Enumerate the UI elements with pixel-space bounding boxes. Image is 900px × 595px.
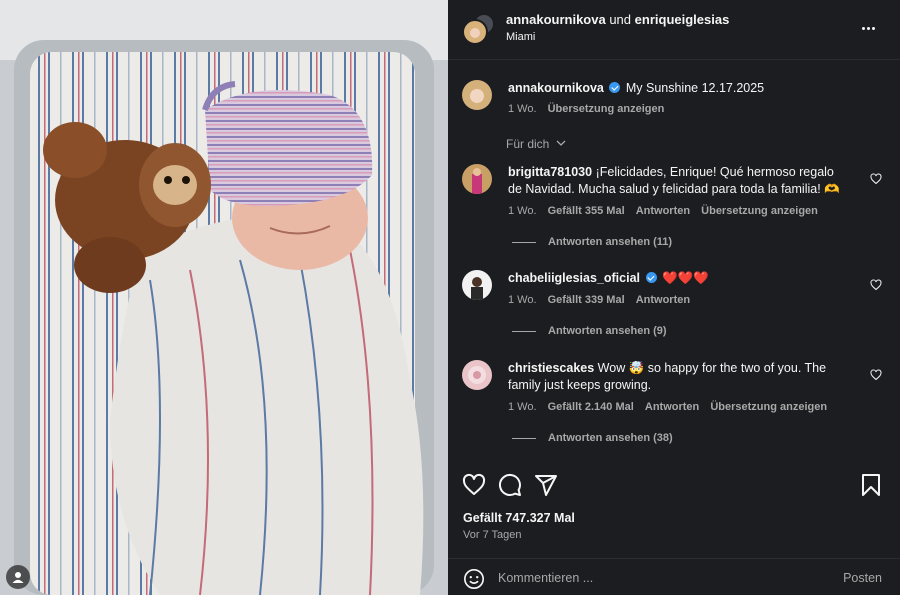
post-date: Vor 7 Tagen bbox=[463, 529, 522, 541]
view-replies-button[interactable]: Antworten ansehen (11) bbox=[512, 236, 672, 248]
reply-button[interactable]: Antworten bbox=[636, 205, 690, 217]
newborn-photo-image bbox=[0, 0, 448, 595]
comment-input[interactable] bbox=[498, 568, 818, 588]
comment: christiescakes Wow 🤯 so happy for the tw… bbox=[462, 360, 882, 450]
reply-button[interactable]: Antworten bbox=[636, 294, 690, 306]
heart-icon bbox=[870, 173, 882, 185]
like-comment-button[interactable] bbox=[870, 172, 882, 190]
comment: brigitta781030 ¡Felicidades, Enrique! Qu… bbox=[462, 164, 882, 254]
comment-username[interactable]: chabeliiglesias_oficial bbox=[508, 271, 640, 285]
emoji-icon bbox=[464, 569, 484, 589]
post-details-panel: annakournikova und enriqueiglesias Miami… bbox=[448, 0, 900, 595]
verified-icon bbox=[609, 82, 621, 93]
comment-icon bbox=[498, 473, 521, 496]
comment-filter-dropdown[interactable]: Für dich bbox=[506, 137, 566, 151]
more-icon bbox=[861, 26, 865, 30]
comment-likes[interactable]: Gefällt 355 Mal bbox=[548, 205, 625, 217]
caption: annakournikova My Sunshine 12.17.2025 1 … bbox=[462, 80, 882, 130]
comment-text: brigitta781030 ¡Felicidades, Enrique! Qu… bbox=[508, 164, 848, 198]
like-comment-button[interactable] bbox=[870, 368, 882, 386]
translate-link[interactable]: Übersetzung anzeigen bbox=[710, 401, 827, 413]
view-replies-button[interactable]: Antworten ansehen (9) bbox=[512, 325, 667, 337]
caption-username[interactable]: annakournikova bbox=[508, 81, 604, 95]
translate-link[interactable]: Übersetzung anzeigen bbox=[548, 103, 665, 115]
caption-time: 1 Wo. bbox=[508, 103, 537, 115]
post-header: annakournikova und enriqueiglesias Miami bbox=[448, 0, 900, 60]
view-replies-label: Antworten ansehen (11) bbox=[548, 236, 673, 248]
divider bbox=[512, 241, 536, 243]
view-replies-button[interactable]: Antworten ansehen (38) bbox=[512, 432, 673, 444]
like-comment-button[interactable] bbox=[870, 278, 882, 296]
comment-meta: 1 Wo. Gefällt 2.140 Mal Antworten Überse… bbox=[508, 401, 835, 413]
location-link[interactable]: Miami bbox=[506, 31, 535, 43]
comment-button[interactable] bbox=[498, 473, 522, 502]
comment-likes[interactable]: Gefällt 339 Mal bbox=[548, 294, 625, 306]
comment-time: 1 Wo. bbox=[508, 294, 537, 306]
filter-label: Für dich bbox=[506, 137, 550, 151]
post-photo[interactable] bbox=[0, 0, 448, 595]
view-replies-label: Antworten ansehen (38) bbox=[548, 432, 673, 444]
avatar[interactable] bbox=[462, 80, 492, 110]
post-action-bar bbox=[448, 470, 900, 500]
verified-icon bbox=[645, 272, 657, 283]
author-username-2[interactable]: enriqueiglesias bbox=[635, 12, 730, 27]
author-username-1[interactable]: annakournikova bbox=[506, 12, 606, 27]
user-tag-icon[interactable] bbox=[6, 565, 30, 589]
bookmark-icon bbox=[862, 474, 880, 496]
author-avatars[interactable] bbox=[462, 12, 495, 45]
comment-meta: 1 Wo. Gefällt 339 Mal Antworten bbox=[508, 294, 698, 306]
translate-link[interactable]: Übersetzung anzeigen bbox=[701, 205, 818, 217]
like-button[interactable] bbox=[462, 473, 486, 502]
view-replies-label: Antworten ansehen (9) bbox=[548, 325, 667, 337]
comment-body: ❤️❤️❤️ bbox=[661, 271, 709, 285]
comment-composer: Posten bbox=[448, 558, 900, 595]
comment-username[interactable]: christiescakes bbox=[508, 361, 594, 375]
comment-meta: 1 Wo. Gefällt 355 Mal Antworten Übersetz… bbox=[508, 205, 826, 217]
heart-icon bbox=[462, 473, 486, 495]
avatar[interactable] bbox=[462, 270, 492, 300]
post-likes-count[interactable]: Gefällt 747.327 Mal bbox=[463, 511, 575, 525]
caption-text: annakournikova My Sunshine 12.17.2025 bbox=[508, 80, 848, 97]
save-button[interactable] bbox=[860, 473, 882, 502]
share-button[interactable] bbox=[534, 473, 558, 502]
heart-icon bbox=[870, 369, 882, 381]
comment-text: christiescakes Wow 🤯 so happy for the tw… bbox=[508, 360, 848, 394]
author-conjunction: und bbox=[609, 12, 632, 27]
avatar[interactable] bbox=[462, 360, 492, 390]
more-options-button[interactable] bbox=[856, 18, 880, 38]
comment: chabeliiglesias_oficial ❤️❤️❤️ 1 Wo. Gef… bbox=[462, 270, 882, 340]
reply-button[interactable]: Antworten bbox=[645, 401, 699, 413]
caption-body: My Sunshine 12.17.2025 bbox=[625, 81, 765, 95]
comment-time: 1 Wo. bbox=[508, 205, 537, 217]
comment-username[interactable]: brigitta781030 bbox=[508, 165, 592, 179]
share-icon bbox=[535, 475, 557, 496]
caption-meta: 1 Wo. Übersetzung anzeigen bbox=[508, 103, 672, 115]
author-names: annakournikova und enriqueiglesias bbox=[506, 12, 729, 27]
comment-text: chabeliiglesias_oficial ❤️❤️❤️ bbox=[508, 270, 848, 287]
comment-time: 1 Wo. bbox=[508, 401, 537, 413]
heart-icon bbox=[870, 279, 882, 291]
post-comment-button[interactable]: Posten bbox=[843, 571, 882, 585]
emoji-button[interactable] bbox=[463, 568, 485, 595]
divider bbox=[512, 437, 536, 439]
chevron-down-icon bbox=[556, 140, 566, 146]
comment-likes[interactable]: Gefällt 2.140 Mal bbox=[548, 401, 634, 413]
avatar[interactable] bbox=[462, 164, 492, 194]
divider bbox=[512, 330, 536, 332]
